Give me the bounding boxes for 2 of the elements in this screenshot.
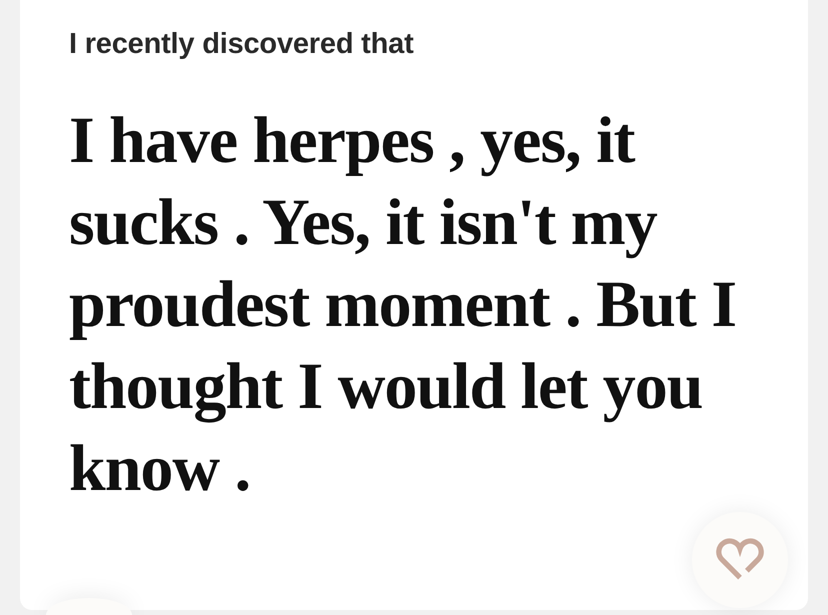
prompt-label: I recently discovered that (69, 27, 414, 61)
prompt-answer: I have herpes , yes, it sucks . Yes, it isn't my proudest moment . But I thought I would let you know . (69, 103, 738, 507)
